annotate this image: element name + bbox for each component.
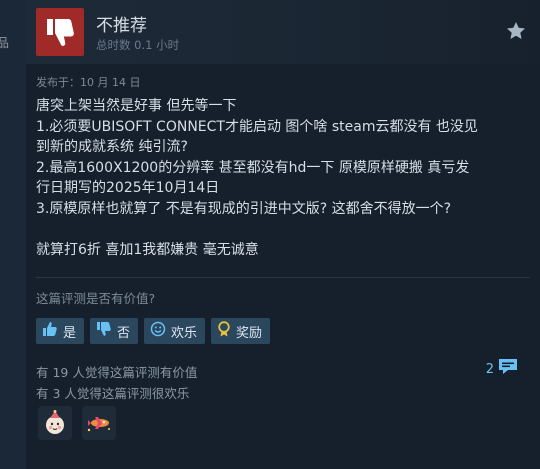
thumbs-down-icon (36, 8, 84, 56)
award-label: 奖励 (236, 325, 263, 341)
vote-no-label: 否 (117, 325, 131, 341)
comment-icon (498, 358, 518, 380)
review-verdict: 不推荐 (96, 16, 147, 36)
review-line (36, 219, 530, 240)
awards-row (38, 406, 116, 440)
award-ribbon-icon (217, 321, 231, 341)
comment-button[interactable]: 2 (486, 358, 518, 380)
review-line: 就算打6折 喜加1我都嫌贵 毫无诚意 (36, 241, 259, 258)
vote-funny-label: 欢乐 (171, 325, 198, 341)
star-icon[interactable] (506, 21, 526, 45)
vote-yes-button[interactable]: 是 (36, 318, 85, 344)
edge-text: 品 (0, 36, 10, 50)
vote-buttons: 是 否 欢乐 奖励 (36, 318, 271, 344)
comment-count: 2 (485, 361, 494, 377)
review-line: 到新的成就系统 纯引流? (36, 139, 188, 155)
review-line: 2.最高1600X1200的分辨率 甚至都没有hd一下 原模原样硬搬 真亏发 (36, 159, 470, 176)
review-header: 不推荐 总时数 0.1 小时 (26, 0, 540, 64)
funny-count: 有 3 人觉得这篇评测很欢乐 (36, 386, 190, 401)
divider (36, 277, 530, 278)
review-body: 唐突上架当然是好事 但先等一下 1.必须要UBISOFT CONNECT才能启动… (36, 96, 530, 260)
review-line: 唐突上架当然是好事 但先等一下 (36, 98, 237, 114)
review-line: 行日期写的2025年10月14日 (36, 180, 220, 196)
review-line: 1.必须要UBISOFT CONNECT才能启动 图个啥 steam云都没有 也… (36, 118, 478, 135)
posted-date: 发布于：10 月 14 日 (36, 76, 141, 89)
award-face-icon[interactable] (38, 406, 72, 440)
review-line: 3.原模原样也就算了 不是有现成的引进中文版? 这都舍不得放一个? (36, 200, 452, 217)
helpful-count: 有 19 人觉得这篇评测有价值 (36, 365, 198, 380)
playtime-hours: 总时数 0.1 小时 (96, 38, 180, 52)
thumbs-up-icon (42, 321, 58, 341)
thumbs-down-icon (96, 321, 112, 341)
review-card: 不推荐 总时数 0.1 小时 发布于：10 月 14 日 唐突上架当然是好事 但… (26, 0, 540, 469)
vote-funny-button[interactable]: 欢乐 (144, 318, 206, 344)
award-button[interactable]: 奖励 (211, 318, 271, 344)
helpful-question: 这篇评测是否有价值? (36, 291, 156, 306)
vote-no-button[interactable]: 否 (90, 318, 139, 344)
smile-icon (150, 321, 166, 341)
vote-yes-label: 是 (63, 325, 77, 341)
award-plane-icon[interactable] (82, 406, 116, 440)
